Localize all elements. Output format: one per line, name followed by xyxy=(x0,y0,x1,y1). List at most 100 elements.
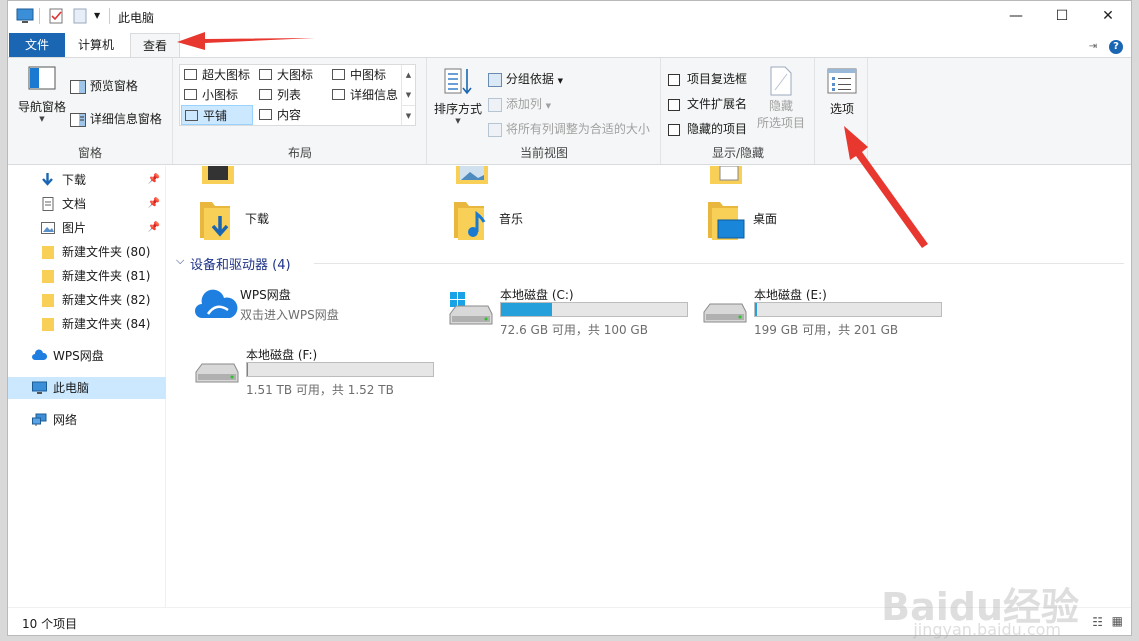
expand-gallery-icon[interactable]: ▼ xyxy=(402,105,415,125)
layout-tiles[interactable]: 平铺 xyxy=(181,105,253,125)
drive-tile-f[interactable]: 本地磁盘 (F:) 1.51 TB 可用，共 1.52 TB xyxy=(194,346,444,406)
item-checkboxes-checkbox[interactable] xyxy=(668,73,680,86)
drive-info: 199 GB 可用，共 201 GB xyxy=(754,323,899,337)
maximize-button[interactable]: ☐ xyxy=(1039,1,1085,31)
wps-drive-sub: 双击进入WPS网盘 xyxy=(240,308,339,322)
layout-medium-icons[interactable]: 中图标 xyxy=(329,65,386,85)
pictures-icon xyxy=(41,222,55,234)
close-button[interactable]: ✕ xyxy=(1085,1,1131,31)
nav-item-folder-82[interactable]: 新建文件夹 (82) xyxy=(8,289,166,311)
devices-section-header[interactable]: ⌵ 设备和驱动器 (4) xyxy=(174,254,1124,274)
nav-label: 新建文件夹 (81) xyxy=(62,269,151,283)
nav-item-documents[interactable]: 文档 📌 xyxy=(8,193,166,215)
add-column-icon xyxy=(488,97,502,112)
layout-large-icons[interactable]: 大图标 xyxy=(256,65,313,85)
folder-tile-downloads[interactable]: 下载 xyxy=(198,198,398,248)
layout-scroll[interactable]: ▲ ▼ ▼ xyxy=(401,65,415,125)
pin-ribbon-icon[interactable]: ⇥ xyxy=(1089,41,1097,52)
extra-large-icons-icon xyxy=(184,69,197,80)
chevron-down-icon[interactable]: ⌵ xyxy=(176,254,184,268)
preview-pane-button[interactable]: 预览窗格 xyxy=(70,77,138,94)
layout-label: 超大图标 xyxy=(202,68,251,82)
folder-icon xyxy=(42,318,54,331)
item-checkboxes-toggle[interactable]: 项目复选框 xyxy=(668,70,747,87)
group-label-layout: 布局 xyxy=(287,146,312,160)
nav-item-wps-drive[interactable]: WPS网盘 xyxy=(8,345,166,367)
nav-item-folder-80[interactable]: 新建文件夹 (80) xyxy=(8,241,166,263)
title-bar: ▼ 此电脑 — ☐ ✕ xyxy=(8,1,1131,31)
details-view-icon[interactable]: ☷ xyxy=(1092,615,1103,629)
nav-item-downloads[interactable]: 下载 📌 xyxy=(8,169,166,191)
details-icon xyxy=(332,89,345,100)
nav-pane-label: 导航窗格 xyxy=(17,100,66,114)
tab-file[interactable]: 文件 xyxy=(9,33,65,57)
computer-icon xyxy=(32,381,47,394)
options-button[interactable]: 选项 xyxy=(822,68,862,117)
new-folder-icon[interactable] xyxy=(72,8,88,24)
scroll-down-icon[interactable]: ▼ xyxy=(402,85,415,105)
nav-item-pictures[interactable]: 图片 📌 xyxy=(8,217,166,239)
minimize-button[interactable]: — xyxy=(993,1,1039,31)
add-column-button: 添加列 ▼ xyxy=(488,95,551,112)
layout-label: 内容 xyxy=(277,108,302,122)
details-pane-button[interactable]: 详细信息窗格 xyxy=(70,110,162,127)
folder-name: 下载 xyxy=(245,212,270,226)
ribbon: 导航窗格 ▼ 预览窗格 详细信息窗格 窗格 超大图标 大图标 中图标 小图标 列… xyxy=(8,57,1131,165)
properties-icon[interactable] xyxy=(48,8,64,24)
hide-selected-label-2: 所选项目 xyxy=(756,116,805,130)
downloads-folder-icon xyxy=(200,202,230,240)
layout-small-icons[interactable]: 小图标 xyxy=(181,85,238,105)
tab-computer[interactable]: 计算机 xyxy=(66,33,126,57)
ribbon-tabs: 文件 计算机 查看 ⇥ ? xyxy=(8,31,1131,57)
drive-name: 本地磁盘 (F:) xyxy=(246,348,318,362)
tab-view[interactable]: 查看 xyxy=(130,33,181,57)
videos-folder-icon xyxy=(202,166,234,184)
group-by-button[interactable]: 分组依据 ▼ xyxy=(488,70,563,87)
layout-extra-large-icons[interactable]: 超大图标 xyxy=(181,65,250,85)
layout-details[interactable]: 详细信息 xyxy=(329,85,398,105)
large-icons-view-icon[interactable]: ▦ xyxy=(1112,614,1123,628)
nav-label: 文档 xyxy=(62,197,87,211)
layout-label: 大图标 xyxy=(277,68,314,82)
layout-label: 详细信息 xyxy=(350,88,399,102)
pictures-folder-icon xyxy=(456,166,488,184)
file-extensions-checkbox[interactable] xyxy=(668,98,680,111)
sort-by-button[interactable]: 排序方式 ▼ xyxy=(432,66,484,125)
help-icon[interactable]: ? xyxy=(1109,40,1123,54)
hard-drive-icon xyxy=(703,303,747,323)
hidden-items-toggle[interactable]: 隐藏的项目 xyxy=(668,120,747,137)
layout-gallery: 超大图标 大图标 中图标 小图标 列表 详细信息 平铺 内容 ▲ ▼ ▼ xyxy=(179,64,416,126)
folder-tile-music[interactable]: 音乐 xyxy=(452,198,652,248)
hidden-items-checkbox[interactable] xyxy=(668,123,680,136)
nav-label: 下载 xyxy=(62,173,87,187)
nav-label: 此电脑 xyxy=(53,381,90,395)
folder-name: 桌面 xyxy=(753,212,778,226)
drive-tile-e[interactable]: 本地磁盘 (E:) 199 GB 可用，共 201 GB xyxy=(702,286,952,346)
nav-label: 图片 xyxy=(62,221,87,235)
nav-item-folder-84[interactable]: 新建文件夹 (84) xyxy=(8,313,166,335)
nav-pane-button[interactable]: 导航窗格 ▼ xyxy=(14,66,70,123)
layout-list[interactable]: 列表 xyxy=(256,85,301,105)
nav-item-network[interactable]: 网络 xyxy=(8,409,166,431)
group-layout: 超大图标 大图标 中图标 小图标 列表 详细信息 平铺 内容 ▲ ▼ ▼ 布局 xyxy=(174,58,427,164)
layout-label: 平铺 xyxy=(203,109,228,123)
item-count: 10 个项目 xyxy=(22,617,78,631)
computer-icon xyxy=(16,8,34,23)
drive-usage-bar xyxy=(754,302,942,317)
file-extensions-toggle[interactable]: 文件扩展名 xyxy=(668,95,747,112)
scroll-up-icon[interactable]: ▲ xyxy=(402,65,415,85)
nav-item-this-pc[interactable]: 此电脑 xyxy=(8,377,166,399)
window-title: 此电脑 xyxy=(118,11,155,25)
folder-name: 音乐 xyxy=(499,212,524,226)
pin-icon: 📌 xyxy=(147,198,160,209)
folder-tile-desktop[interactable]: 桌面 xyxy=(706,198,906,248)
drive-tile-c[interactable]: 本地磁盘 (C:) 72.6 GB 可用，共 100 GB xyxy=(448,286,698,346)
quick-access-dropdown-icon[interactable]: ▼ xyxy=(94,11,100,27)
windows-drive-icon xyxy=(449,292,493,325)
dropdown-icon: ▼ xyxy=(557,77,564,85)
drive-tile-wps[interactable]: WPS网盘 双击进入WPS网盘 xyxy=(188,286,428,346)
size-columns-icon xyxy=(488,122,502,137)
nav-item-folder-81[interactable]: 新建文件夹 (81) xyxy=(8,265,166,287)
watermark-sub: jingyan.baidu.com xyxy=(913,620,1061,639)
layout-content[interactable]: 内容 xyxy=(256,105,301,125)
